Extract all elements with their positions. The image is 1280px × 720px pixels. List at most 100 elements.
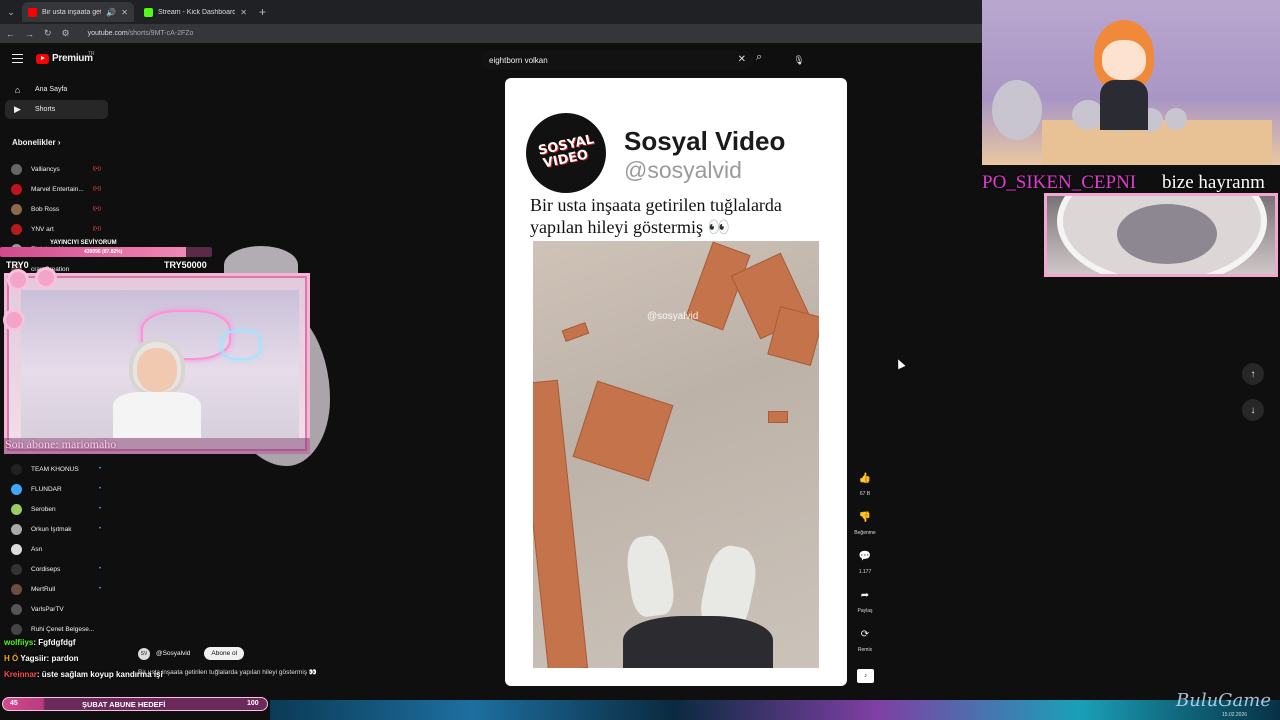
chat-line: Kreinnar: üste sağlam koyup kandırma işi [4, 670, 163, 679]
new-tab-icon[interactable]: + [259, 5, 266, 19]
donation-goal-progress: 439096 (87.82%) [84, 249, 123, 255]
share-label: Paylaş [857, 608, 873, 614]
chat-user: wolfiiys [4, 638, 34, 647]
subscription-item[interactable]: Ruhi Çenet Belgese... [11, 621, 115, 637]
next-short-button[interactable]: ↓ [1242, 399, 1264, 421]
tab-kick[interactable]: Stream - Kick Dashboard ✕ [138, 2, 253, 22]
chat-text: : Fgfdgfdgf [33, 638, 76, 647]
back-icon[interactable]: ← [6, 29, 15, 39]
audio-thumbnail[interactable]: ♪ [857, 669, 874, 683]
vtuber-body [1100, 80, 1148, 130]
browser-tab-bar: ⌄ Bir usta inşaata getirilen tu 🔊 ✕ Stre… [0, 0, 985, 24]
previous-short-button[interactable]: ↑ [1242, 363, 1264, 385]
video-watermark: @sosyalvid [647, 311, 699, 322]
channel-avatar [11, 223, 22, 235]
microphone-icon[interactable]: 🎙 [790, 51, 808, 69]
subscription-item[interactable]: Seroben • [11, 501, 115, 517]
site-info-icon[interactable]: ⚙ [62, 28, 70, 39]
vtuber-avatar [1086, 20, 1162, 130]
new-content-dot-icon: • [98, 526, 101, 532]
subscription-item[interactable]: Valliancys ((•)) [11, 161, 115, 177]
video-channel-handle: @sosyalvid [624, 157, 742, 183]
pet-camera [1044, 193, 1278, 277]
chat-line: wolfiiys: Fgfdgfdgf [4, 638, 76, 647]
live-icon: ((•)) [92, 166, 101, 172]
youtube-header: Premium TR eightborn volkan ✕ ⌕ 🎙 [0, 43, 985, 76]
like-count: 67 B [859, 491, 871, 497]
search-icon[interactable]: ⌕ [756, 51, 762, 64]
video-channel-name: Sosyal Video [624, 126, 786, 156]
tab-search-icon[interactable]: ⌄ [4, 5, 18, 19]
streamer-webcam [4, 273, 310, 454]
cat-plush [1165, 108, 1187, 130]
cat-plush [992, 80, 1042, 140]
donation-goal-title: YAYINCIYI SEVİYORUM [50, 240, 117, 246]
subscription-item[interactable]: YNV art ((•)) [11, 221, 115, 237]
menu-icon[interactable] [12, 54, 23, 63]
new-content-dot-icon: • [98, 486, 101, 492]
forward-icon[interactable]: → [25, 29, 34, 39]
tab-title: Stream - Kick Dashboard [158, 8, 236, 16]
shorts-video-card[interactable]: SOSYAL VIDEO Sosyal Video @sosyalvid Bir… [505, 78, 847, 686]
remix-icon: ⟳ [860, 628, 870, 640]
channel-avatar [11, 603, 22, 615]
live-icon: ((•)) [92, 186, 102, 192]
remix-button[interactable]: ⟳ Remix [852, 622, 878, 654]
subscription-item[interactable]: FLUNDAR • [11, 481, 115, 497]
sub-goal-target: 100 [247, 700, 259, 707]
donation-goal-min: TRY0 [6, 260, 29, 270]
sidebar-item-label: Ana Sayfa [35, 86, 68, 93]
comment-count: 1.177 [858, 569, 872, 575]
subscriptions-heading[interactable]: Abonelikler › [12, 138, 60, 147]
subscription-item[interactable]: Marvel Entertain... ((•)) [11, 181, 115, 197]
subscription-name: TEAM KHONUS [31, 465, 79, 473]
video-frame[interactable]: @sosyalvid [533, 241, 819, 668]
search-input[interactable]: eightborn volkan ✕ [481, 51, 754, 69]
subscription-item[interactable]: Cordiseps • [11, 561, 115, 577]
channel-avatar[interactable]: SV [138, 647, 150, 660]
chat-line: H Ö Yagsiir: pardon [4, 654, 79, 663]
flower-decoration [6, 312, 22, 328]
clear-search-icon[interactable]: ✕ [738, 54, 746, 65]
sleeping-cat [1117, 204, 1217, 264]
shorts-icon: ▶ [14, 104, 21, 114]
subscriptions-label: Abonelikler [12, 138, 56, 147]
channel-handle-link[interactable]: @Sosyalvid [156, 650, 190, 657]
subscribe-button[interactable]: Abone ol [204, 647, 245, 660]
channel-avatar [11, 503, 22, 515]
subscription-item[interactable]: MertRull • [11, 581, 115, 597]
tab-youtube[interactable]: Bir usta inşaata getirilen tu 🔊 ✕ [22, 2, 134, 22]
close-tab-icon[interactable]: ✕ [121, 8, 128, 17]
like-button[interactable]: 👍 67 B [852, 466, 878, 498]
sidebar-item-label: Shorts [35, 106, 56, 113]
mute-icon[interactable]: 🔊 [106, 8, 116, 17]
close-tab-icon[interactable]: ✕ [240, 8, 247, 17]
vtuber-camera [982, 0, 1280, 165]
sidebar-item-home[interactable]: ⌂ Ana Sayfa [5, 80, 108, 99]
subscription-item[interactable]: Asn [11, 541, 115, 557]
brick-wall [533, 379, 589, 668]
subscription-item[interactable]: Bob Ross ((•)) [11, 201, 115, 217]
reload-icon[interactable]: ↻ [44, 28, 52, 39]
dislike-button[interactable]: 👎 Beğenme [852, 505, 878, 537]
youtube-logo[interactable]: Premium TR [36, 51, 95, 64]
share-button[interactable]: ➦ Paylaş [852, 583, 878, 615]
dislike-label: Beğenme [854, 530, 876, 536]
donation-goal-max: TRY50000 [164, 260, 207, 270]
chat-user: H Ö [4, 654, 19, 663]
kick-favicon-icon [144, 7, 153, 17]
comments-button[interactable]: 💬 1.177 [852, 544, 878, 576]
subscription-item[interactable]: TEAM KHONUS • [11, 461, 115, 477]
url-field[interactable]: youtube.com/shorts/9MT-cA-2FZo [88, 30, 194, 37]
flower-decoration [38, 270, 54, 286]
search-value: eightborn volkan [489, 55, 548, 65]
subscription-name: Orkun Işıtmak [31, 525, 72, 533]
channel-avatar [11, 483, 22, 495]
sub-goal-current: 45 [10, 700, 18, 707]
chevron-right-icon: › [57, 138, 61, 147]
sidebar-item-shorts[interactable]: ▶ Shorts [5, 100, 108, 119]
shorts-bottom-caption: Bir usta inşaata getirilen tuğlalarda ya… [138, 669, 317, 676]
subscription-item[interactable]: Orkun Işıtmak • [11, 521, 115, 537]
channel-avatar [11, 463, 22, 475]
subscription-item[interactable]: VarlsParTV [11, 601, 115, 617]
